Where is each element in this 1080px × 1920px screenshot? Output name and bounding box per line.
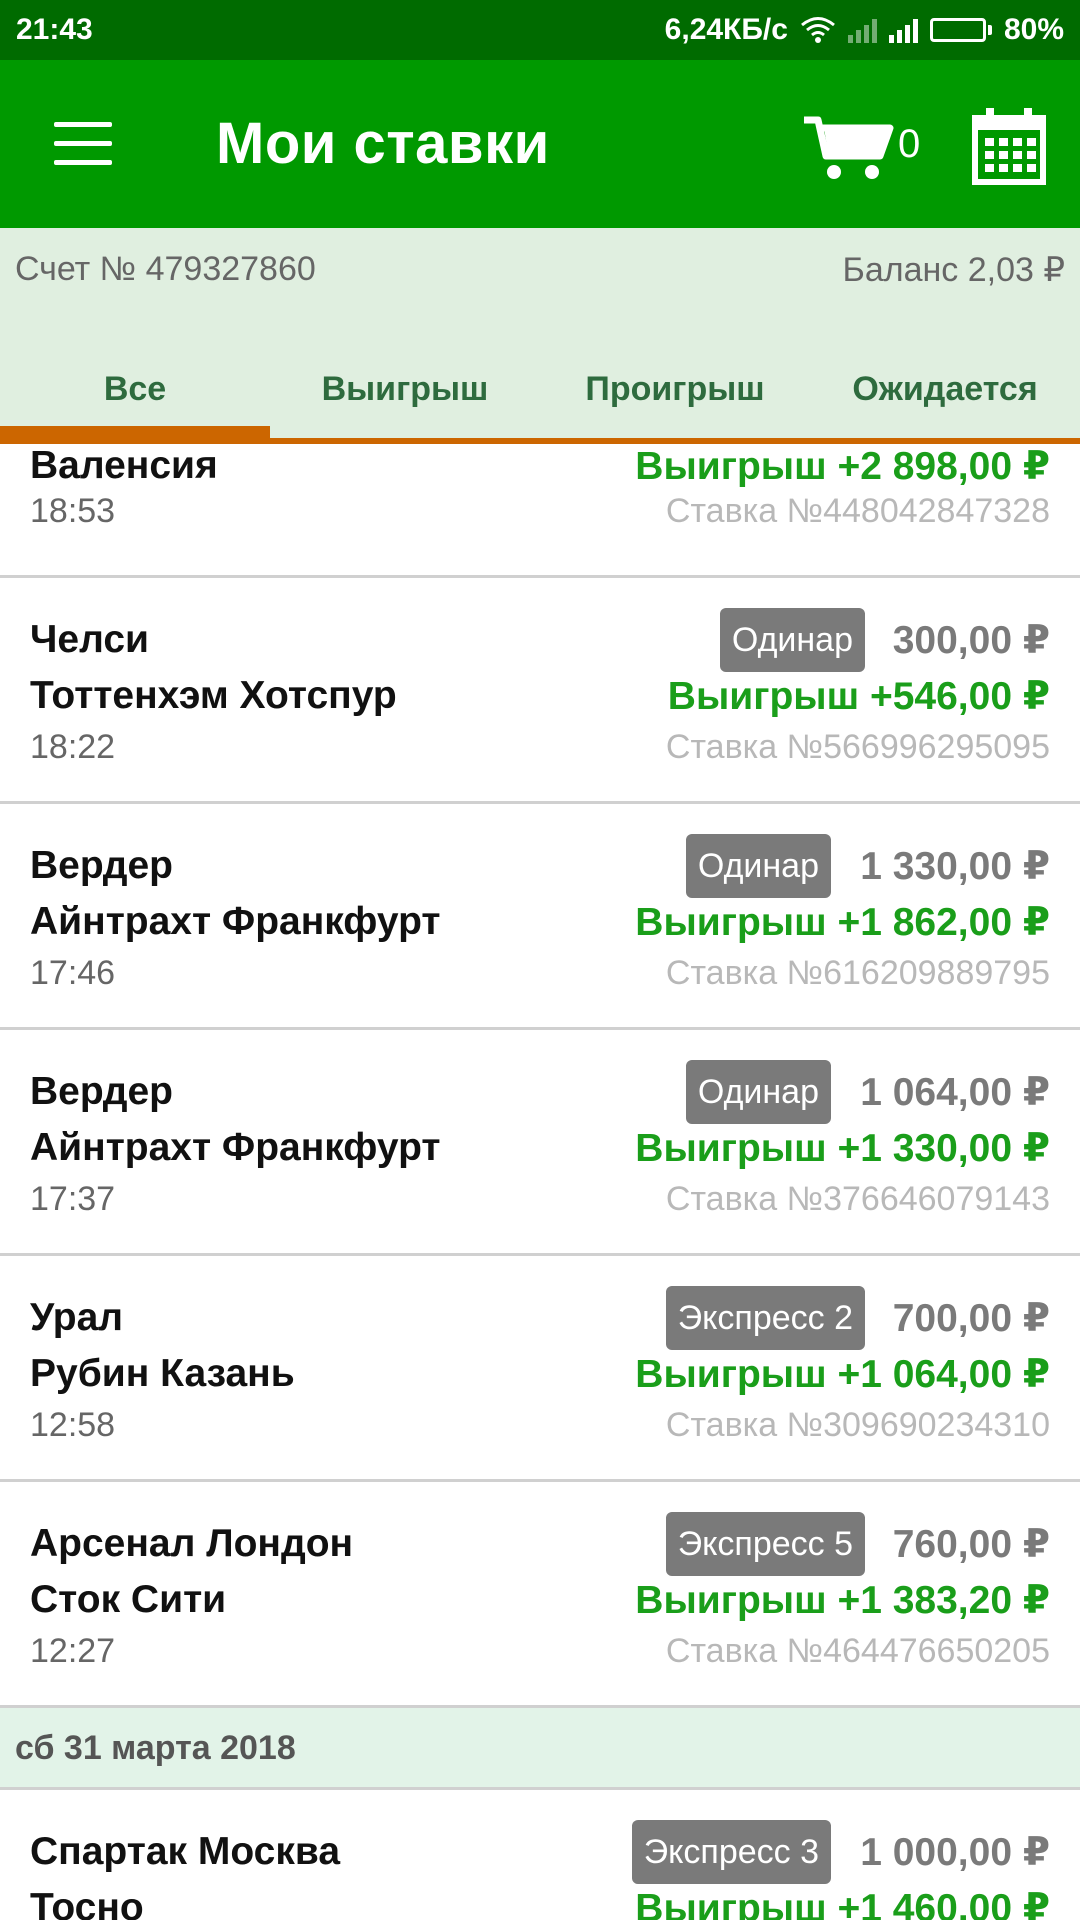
- bet-number: Ставка №616209889795: [665, 954, 1050, 992]
- team-name: Арсенал Лондон: [30, 1522, 354, 1565]
- team-name: Рубин Казань: [30, 1352, 295, 1395]
- bet-item[interactable]: Валенсия 18:53 Выигрыш +2 898,00 ₽ Ставк…: [0, 444, 1080, 578]
- bet-type-badge: Экспресс 3: [631, 1820, 831, 1884]
- bet-result: Выигрыш +1 383,20 ₽: [635, 1579, 1050, 1622]
- bet-item[interactable]: Урал Рубин Казань 12:58 Экспресс 2 700,0…: [0, 1256, 1080, 1482]
- team-name: Спартак Москва: [30, 1830, 341, 1873]
- bet-stake: 1 000,00 ₽: [860, 1831, 1050, 1874]
- status-right: 6,24КБ/с 80%: [665, 13, 1064, 47]
- bet-item[interactable]: Вердер Айнтрахт Франкфурт 17:46 Одинар 1…: [0, 804, 1080, 1030]
- bet-result: Выигрыш +1 330,00 ₽: [635, 1127, 1050, 1170]
- bet-number: Ставка №464476650205: [665, 1632, 1050, 1670]
- team-name: Айнтрахт Франкфурт: [30, 900, 441, 943]
- team-name: Вердер: [30, 1070, 173, 1113]
- team-name: Сток Сити: [30, 1578, 227, 1621]
- account-panel: Счет № 479327860 Баланс 2,03 ₽ Все Выигр…: [0, 228, 1080, 442]
- page-title: Мои ставки: [216, 111, 550, 176]
- team-name: Вердер: [30, 844, 173, 887]
- menu-icon[interactable]: [54, 122, 112, 166]
- bet-stake: 700,00 ₽: [892, 1297, 1050, 1340]
- bet-time: 18:53: [30, 492, 116, 530]
- date-header: сб 31 марта 2018: [0, 1708, 1080, 1790]
- bet-number: Ставка №376646079143: [665, 1180, 1050, 1218]
- bet-stake: 1 064,00 ₽: [860, 1071, 1050, 1114]
- bet-time: 12:58: [30, 1406, 116, 1444]
- bet-result: Выигрыш +1 064,00 ₽: [635, 1353, 1050, 1396]
- bet-item[interactable]: Вердер Айнтрахт Франкфурт 17:37 Одинар 1…: [0, 1030, 1080, 1256]
- tab-label: Все: [103, 369, 167, 408]
- bet-time: 12:27: [30, 1632, 116, 1670]
- bet-stake: 300,00 ₽: [892, 619, 1050, 662]
- bet-type-badge: Одинар: [719, 608, 865, 672]
- team-name: Тосно: [30, 1886, 144, 1920]
- bet-number: Ставка №309690234310: [665, 1406, 1050, 1444]
- bet-stake: 760,00 ₽: [892, 1523, 1050, 1566]
- battery-percent: 80%: [1003, 13, 1064, 46]
- team-name: Урал: [30, 1296, 124, 1339]
- team-name: Валенсия: [30, 444, 218, 487]
- bet-list[interactable]: Валенсия 18:53 Выигрыш +2 898,00 ₽ Ставк…: [0, 444, 1080, 1920]
- bet-result: Выигрыш +1 460,00 ₽: [635, 1887, 1050, 1920]
- tab-win[interactable]: Выигрыш: [270, 336, 540, 442]
- team-name: Тоттенхэм Хотспур: [30, 674, 397, 717]
- bet-result: Выигрыш +2 898,00 ₽: [635, 445, 1050, 488]
- tab-label: Проигрыш: [585, 369, 765, 408]
- bet-type-badge: Экспресс 5: [665, 1512, 865, 1576]
- team-name: Челси: [30, 618, 150, 661]
- calendar-icon[interactable]: [972, 108, 1046, 186]
- bet-number: Ставка №448042847328: [665, 492, 1050, 530]
- bet-time: 17:37: [30, 1180, 116, 1218]
- signal-icon: [888, 17, 918, 43]
- status-bar: 21:43 6,24КБ/с 80%: [0, 0, 1080, 60]
- bet-result: Выигрыш +1 862,00 ₽: [635, 901, 1050, 944]
- bet-type-badge: Одинар: [685, 834, 831, 898]
- cart-count[interactable]: 0: [898, 122, 920, 167]
- network-speed: 6,24КБ/с: [664, 13, 788, 46]
- tab-label: Выигрыш: [321, 369, 489, 408]
- bet-time: 18:22: [30, 728, 116, 766]
- status-time: 21:43: [16, 13, 93, 46]
- bet-stake: 1 330,00 ₽: [860, 845, 1050, 888]
- bet-item[interactable]: Спартак Москва Тосно Экспресс 3 1 000,00…: [0, 1790, 1080, 1920]
- cart-icon[interactable]: [802, 112, 894, 182]
- bet-item[interactable]: Челси Тоттенхэм Хотспур 18:22 Одинар 300…: [0, 578, 1080, 804]
- bet-item[interactable]: Арсенал Лондон Сток Сити 12:27 Экспресс …: [0, 1482, 1080, 1708]
- signal-icon: [847, 17, 877, 43]
- team-name: Айнтрахт Франкфурт: [30, 1126, 441, 1169]
- bet-number: Ставка №566996295095: [665, 728, 1050, 766]
- wifi-icon: [801, 17, 835, 43]
- tab-indicator: [0, 426, 270, 438]
- battery-icon: [929, 18, 992, 42]
- tab-label: Ожидается: [852, 369, 1038, 408]
- tab-pending[interactable]: Ожидается: [810, 336, 1080, 442]
- app-bar: Мои ставки 0: [0, 60, 1080, 228]
- bet-result: Выигрыш +546,00 ₽: [667, 675, 1050, 718]
- bet-type-badge: Экспресс 2: [665, 1286, 865, 1350]
- tab-loss[interactable]: Проигрыш: [540, 336, 810, 442]
- account-balance: Баланс 2,03 ₽: [842, 251, 1065, 289]
- bet-time: 17:46: [30, 954, 116, 992]
- account-number: Счет № 479327860: [15, 250, 316, 288]
- bet-type-badge: Одинар: [685, 1060, 831, 1124]
